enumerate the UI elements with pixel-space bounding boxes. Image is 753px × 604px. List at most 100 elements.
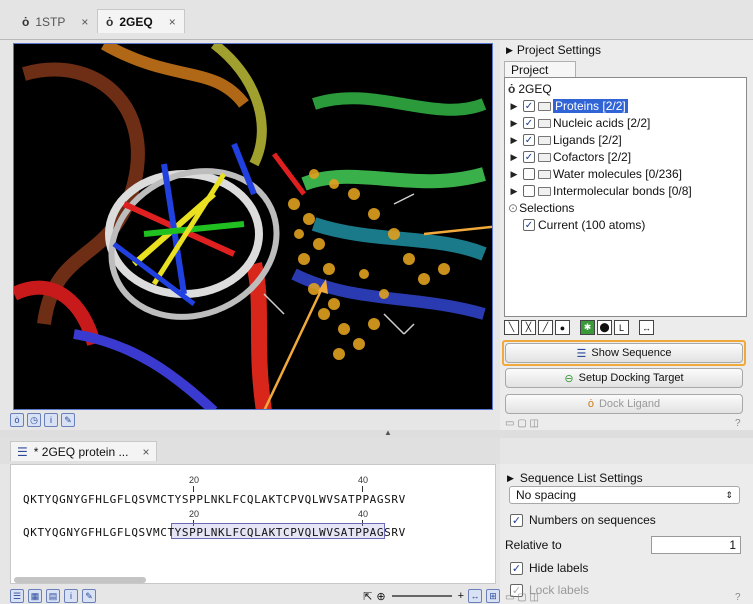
folder-icon bbox=[538, 118, 551, 128]
collapse-icon[interactable]: ▶ bbox=[506, 45, 513, 56]
edit-icon[interactable]: ✎ bbox=[61, 413, 75, 427]
numbers-checkbox[interactable]: ✓ bbox=[510, 513, 523, 527]
tree-item-nucleic-acids[interactable]: ▶ ✓ Nucleic acids [2/2] bbox=[508, 115, 651, 131]
expand-icon[interactable]: ▶ bbox=[508, 152, 520, 163]
molecule-3d-viewer[interactable] bbox=[13, 43, 493, 410]
tree-root[interactable]: ȯ 2GEQ bbox=[508, 81, 552, 97]
folder-icon bbox=[538, 135, 551, 145]
collapse-icon[interactable]: ▶ bbox=[507, 473, 514, 484]
current-selection-checkbox[interactable]: ✓ bbox=[523, 219, 535, 231]
pointer-icon[interactable]: ⇱ bbox=[363, 590, 372, 603]
splitter-arrow-icon[interactable]: ▲ bbox=[384, 428, 392, 437]
tree-item-ligands[interactable]: ▶ ✓ Ligands [2/2] bbox=[508, 132, 622, 148]
measure-icon[interactable]: ↔ bbox=[639, 320, 654, 335]
numbers-on-sequences-option[interactable]: ✓ Numbers on sequences bbox=[510, 513, 656, 527]
tree-item-water[interactable]: ▶ Water molecules [0/236] bbox=[508, 166, 682, 182]
ruler-tick bbox=[362, 486, 363, 492]
sequence-settings-header[interactable]: ▶ Sequence List Settings bbox=[507, 471, 643, 485]
tree-item-cofactors[interactable]: ▶ ✓ Cofactors [2/2] bbox=[508, 149, 632, 165]
zoom-in-icon[interactable]: ⊕ bbox=[376, 590, 385, 603]
button-label: Show Sequence bbox=[591, 347, 672, 359]
spacing-select[interactable]: No spacing ⇕ bbox=[509, 486, 740, 504]
graph-icon[interactable]: ▦ bbox=[28, 589, 42, 603]
zoom-slider[interactable] bbox=[391, 595, 452, 597]
expand-icon[interactable]: ▶ bbox=[508, 169, 520, 180]
relative-to-input[interactable]: 1 bbox=[651, 536, 741, 554]
wire-style-icon[interactable]: ╳ bbox=[521, 320, 536, 335]
expand-icon[interactable]: ▶ bbox=[508, 186, 520, 197]
document-tab-bar: ȯ 1STP × ȯ 2GEQ × bbox=[0, 0, 753, 40]
zoom-out-icon[interactable]: + bbox=[458, 590, 464, 602]
tree-selections[interactable]: ⊙ Selections bbox=[508, 200, 574, 216]
horizontal-scrollbar[interactable] bbox=[14, 577, 146, 583]
dock-icon: ȯ bbox=[587, 398, 594, 410]
tab-label: * 2GEQ protein ... bbox=[33, 444, 129, 459]
sequence-list-icon: ☰ bbox=[17, 444, 28, 459]
sequence-row-1[interactable]: QKTYQGNYGFHLGFLQSVMCTYSPPLNKLFCQLAKTCPVQ… bbox=[23, 493, 406, 506]
dock-ligand-button[interactable]: ȯ Dock Ligand bbox=[505, 394, 743, 414]
hide-labels-option[interactable]: ✓ Hide labels bbox=[510, 561, 588, 575]
ball-style-icon[interactable]: ● bbox=[555, 320, 570, 335]
molecule-icon: ȯ bbox=[106, 14, 114, 29]
docking-target-icon: ⊖ bbox=[564, 372, 574, 385]
help-icon[interactable]: ? bbox=[735, 418, 741, 429]
ligands-checkbox[interactable]: ✓ bbox=[523, 134, 535, 146]
hide-labels-checkbox[interactable]: ✓ bbox=[510, 561, 523, 575]
info-icon[interactable]: i bbox=[64, 589, 78, 603]
expand-icon[interactable]: ▶ bbox=[508, 101, 520, 112]
tree-item-label: Cofactors [2/2] bbox=[553, 150, 632, 164]
cofactors-checkbox[interactable]: ✓ bbox=[523, 151, 535, 163]
expand-icon[interactable]: ▶ bbox=[508, 118, 520, 129]
expand-icon[interactable]: ▶ bbox=[508, 135, 520, 146]
sequence-list-icon: ☰ bbox=[576, 347, 587, 360]
fit-width-icon[interactable]: ↔ bbox=[468, 589, 482, 603]
project-settings-header[interactable]: ▶ Project Settings bbox=[506, 43, 601, 57]
info-icon[interactable]: i bbox=[44, 413, 58, 427]
panel-title: Sequence List Settings bbox=[519, 471, 643, 485]
help-icon[interactable]: ? bbox=[735, 592, 741, 603]
close-icon[interactable]: × bbox=[169, 15, 176, 29]
ruler-tick bbox=[193, 486, 194, 492]
edit-icon[interactable]: ✎ bbox=[82, 589, 96, 603]
sequence-view[interactable]: 20 40 QKTYQGNYGFHLGFLQSVMCTYSPPLNKLFCQLA… bbox=[10, 464, 496, 584]
show-sequence-button[interactable]: ☰ Show Sequence bbox=[505, 343, 743, 363]
close-icon[interactable]: × bbox=[81, 15, 88, 29]
tree-item-proteins[interactable]: ▶ ✓ Proteins [2/2] bbox=[508, 98, 628, 114]
close-icon[interactable]: × bbox=[142, 445, 149, 459]
sequence-list-icon[interactable]: ☰ bbox=[10, 589, 24, 603]
tab-label: 1STP bbox=[35, 15, 66, 29]
water-checkbox[interactable] bbox=[523, 168, 535, 180]
tab-2geq-protein[interactable]: ☰ * 2GEQ protein ... × bbox=[10, 441, 157, 461]
panel-title: Project Settings bbox=[516, 43, 601, 57]
line-style-icon[interactable]: ╲ bbox=[504, 320, 519, 335]
bonds-checkbox[interactable] bbox=[523, 185, 535, 197]
relative-to-label: Relative to bbox=[505, 538, 562, 552]
setup-docking-button[interactable]: ⊖ Setup Docking Target bbox=[505, 368, 743, 388]
tab-2geq[interactable]: ȯ 2GEQ × bbox=[97, 9, 185, 33]
history-icon[interactable]: ◷ bbox=[27, 413, 41, 427]
fit-all-icon[interactable]: ⊞ bbox=[486, 589, 500, 603]
molecule-render bbox=[14, 44, 492, 409]
folder-icon bbox=[538, 152, 551, 162]
label-icon[interactable]: L bbox=[614, 320, 629, 335]
tree-item-bonds[interactable]: ▶ Intermolecular bonds [0/8] bbox=[508, 183, 692, 199]
option-label: Numbers on sequences bbox=[529, 513, 656, 527]
tab-1stp[interactable]: ȯ 1STP × bbox=[14, 11, 96, 33]
project-tree-tab[interactable]: Project Tree bbox=[504, 61, 576, 91]
horizontal-splitter[interactable]: ▲ bbox=[0, 428, 753, 438]
panel-mini-controls[interactable]: ▭ ▢ ◫ bbox=[505, 592, 539, 603]
ruler-label: 20 bbox=[189, 509, 200, 519]
table-icon[interactable]: ▤ bbox=[46, 589, 60, 603]
tree-item-current-selection[interactable]: ✓ Current (100 atoms) bbox=[520, 217, 645, 233]
panel-mini-controls[interactable]: ▭ ▢ ◫ bbox=[505, 418, 539, 429]
surface-style-icon[interactable]: ✱ bbox=[580, 320, 595, 335]
molecule-icon: ȯ bbox=[22, 15, 30, 29]
proteins-checkbox[interactable]: ✓ bbox=[523, 100, 535, 112]
molecule-view-icon[interactable]: ȯ bbox=[10, 413, 24, 427]
nucleic-acids-checkbox[interactable]: ✓ bbox=[523, 117, 535, 129]
stick-style-icon[interactable]: ╱ bbox=[538, 320, 553, 335]
spacefill-style-icon[interactable]: ⬤ bbox=[597, 320, 612, 335]
sequence-row-2[interactable]: QKTYQGNYGFHLGFLQSVMCTYSPPLNKLFCQLAKTCPVQ… bbox=[23, 526, 406, 539]
button-label: Setup Docking Target bbox=[578, 372, 684, 384]
folder-icon bbox=[538, 169, 551, 179]
